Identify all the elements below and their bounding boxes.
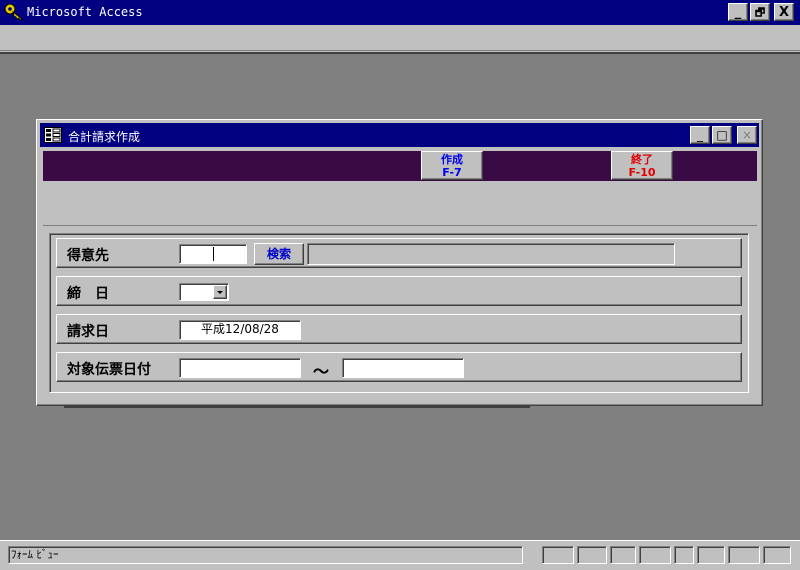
form-header: [43, 181, 757, 226]
form-title: 合計請求作成: [68, 130, 141, 144]
slip-date-to-input[interactable]: [342, 358, 464, 378]
exit-button-key: F-10: [628, 166, 656, 179]
billing-date-label: 請求日: [67, 324, 109, 340]
app-titlebar: Microsoft Access _ 🗗 X: [0, 0, 800, 25]
form-titlebar[interactable]: 合計請求作成 _ □ ×: [40, 123, 759, 147]
customer-code-input[interactable]: [179, 244, 247, 264]
status-bar: ﾌｫｰﾑ ﾋﾞｭｰ: [0, 540, 800, 570]
slip-date-from-input[interactable]: [179, 358, 301, 378]
chevron-down-icon: [217, 291, 223, 294]
status-indicator: [577, 546, 607, 564]
closing-day-row: 締 日: [56, 276, 742, 306]
search-button[interactable]: 検索: [254, 243, 304, 265]
billing-date-row: 請求日 平成12/08/28: [56, 314, 742, 344]
slip-date-range-row: 対象伝票日付 ～: [56, 352, 742, 382]
dropdown-arrow-button[interactable]: [213, 285, 227, 299]
status-indicator: [697, 546, 725, 564]
closing-day-label: 締 日: [67, 286, 109, 302]
form-detail-panel: 得意先 検索 締 日 請求日 平成12/08/28 対象伝票日付 ～: [49, 233, 749, 393]
app-close-button[interactable]: X: [774, 3, 794, 21]
form-minimize-button[interactable]: _: [690, 126, 710, 144]
app-title: Microsoft Access: [27, 5, 143, 19]
billing-date-input[interactable]: 平成12/08/28: [179, 320, 301, 340]
form-icon: [44, 127, 62, 143]
create-button[interactable]: 作成 F-7: [421, 151, 483, 180]
exit-button[interactable]: 終了 F-10: [611, 151, 673, 180]
text-cursor: [213, 247, 214, 261]
exit-button-label: 終了: [631, 153, 653, 166]
key-icon: [4, 3, 23, 21]
create-button-label: 作成: [441, 153, 463, 166]
status-indicator: [763, 546, 791, 564]
status-text: ﾌｫｰﾑ ﾋﾞｭｰ: [8, 546, 523, 564]
app-minimize-button[interactable]: _: [728, 3, 748, 21]
status-indicator: [674, 546, 694, 564]
form-close-button[interactable]: ×: [737, 126, 757, 144]
status-indicator: [610, 546, 636, 564]
status-indicator: [639, 546, 671, 564]
customer-label: 得意先: [67, 248, 109, 264]
status-indicator: [728, 546, 760, 564]
form-window: 合計請求作成 _ □ × 作成 F-7 終了 F-10 得意先 検索 締 日 請…: [36, 119, 763, 406]
app-restore-button[interactable]: 🗗: [750, 3, 770, 21]
create-button-key: F-7: [442, 166, 462, 179]
closing-day-select[interactable]: [179, 283, 229, 301]
customer-row: 得意先 検索: [56, 238, 742, 268]
range-separator: ～: [313, 362, 330, 381]
command-toolbar: 作成 F-7 終了 F-10: [43, 151, 757, 181]
status-indicator: [542, 546, 574, 564]
slip-date-range-label: 対象伝票日付: [67, 362, 151, 378]
menu-bar: [0, 25, 800, 51]
customer-name-field: [307, 243, 675, 265]
form-shadow-line: [64, 406, 530, 408]
form-maximize-button[interactable]: □: [712, 126, 732, 144]
